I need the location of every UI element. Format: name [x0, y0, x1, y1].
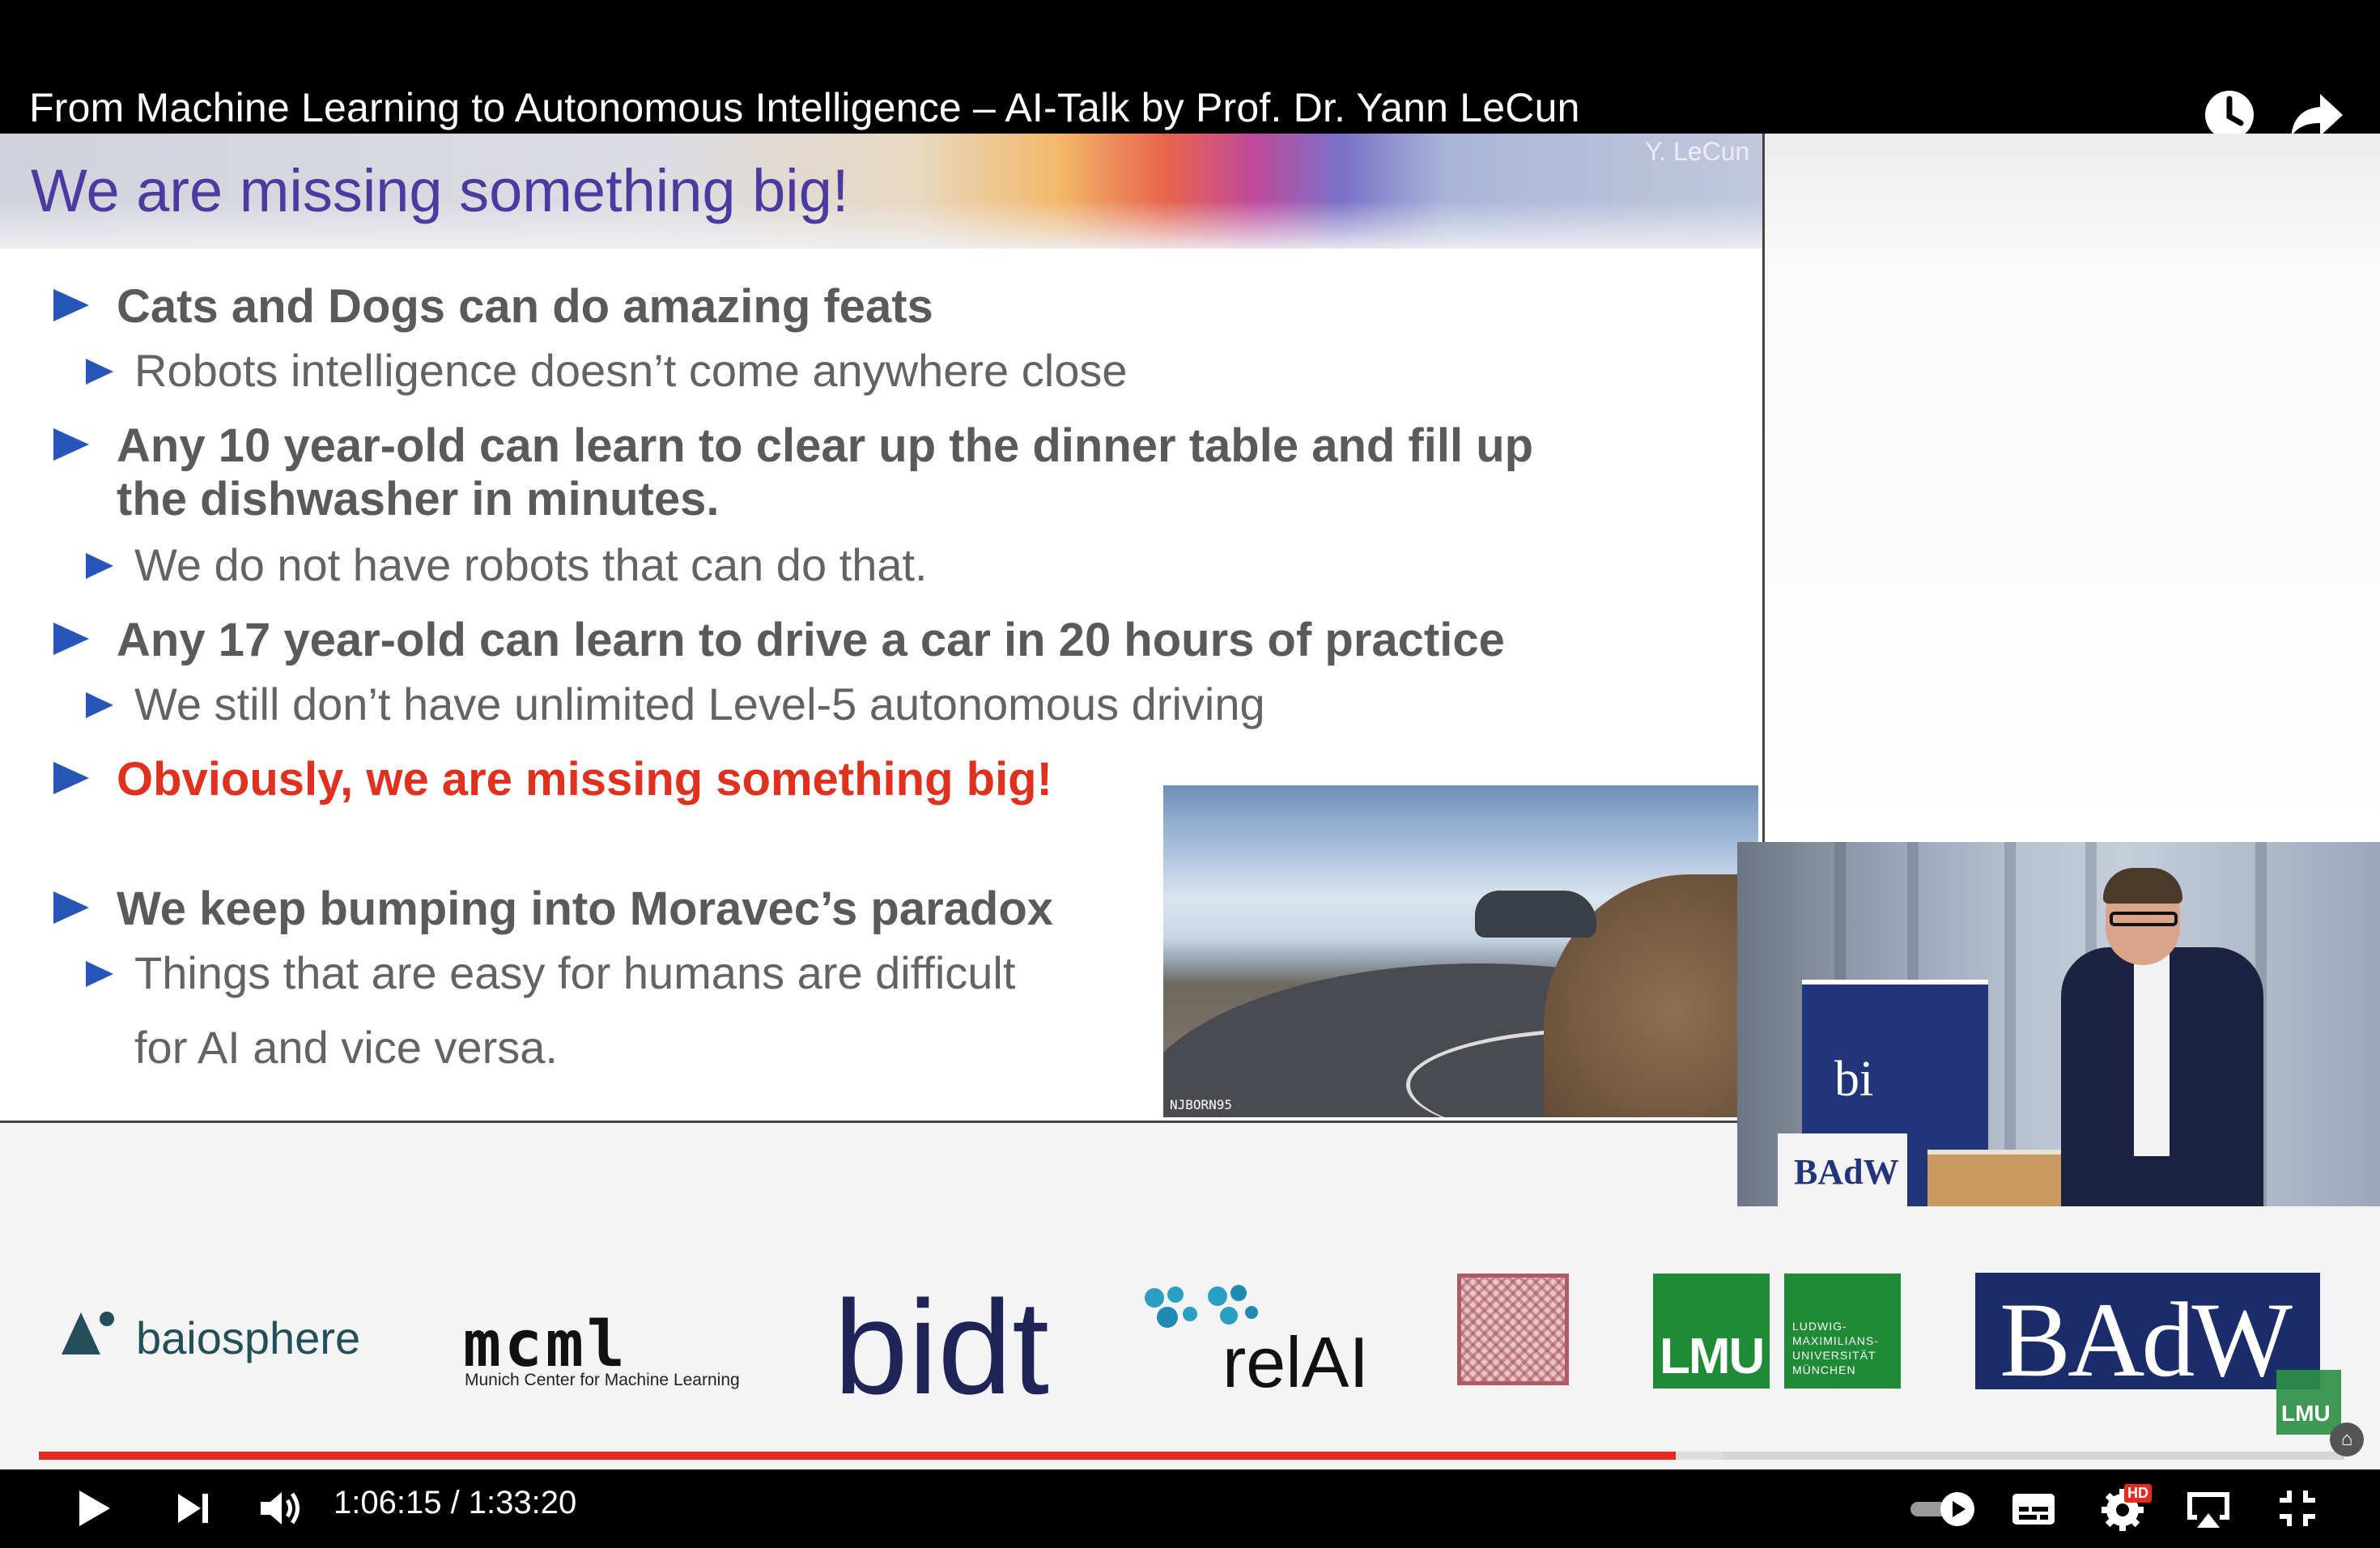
bullet-item: Any 17 year-old can learn to drive a car… — [117, 614, 1505, 666]
slide-title: We are missing something big! — [31, 157, 849, 224]
bullet-arrow-icon — [53, 428, 89, 461]
presentation-slide: We are missing something big! Y. LeCun C… — [0, 134, 1765, 1123]
lmu-name-text: LUDWIG- MAXIMILIANS- UNIVERSITÄT MÜNCHEN — [1792, 1320, 1879, 1376]
player-controls: 1:06:15 / 1:33:20 HD — [0, 1469, 2380, 1548]
speaker-camera-inset: bi BAdW — [1737, 842, 2380, 1206]
bullet-arrow-icon — [53, 762, 89, 794]
play-icon[interactable] — [73, 1487, 115, 1529]
exit-fullscreen-icon[interactable] — [2276, 1487, 2318, 1529]
relai-logo-text: relAI — [1222, 1322, 1369, 1402]
video-top-bar: From Machine Learning to Autonomous Inte… — [0, 0, 2380, 139]
podium-sign-text: BAdW — [1794, 1152, 1899, 1192]
bullet-arrow-icon — [53, 623, 89, 655]
video-frame[interactable]: We are missing something big! Y. LeCun C… — [0, 134, 2380, 1469]
bullet-item-highlight: Obviously, we are missing something big! — [117, 753, 1052, 806]
autoplay-toggle-icon[interactable] — [1907, 1491, 1977, 1528]
lmu-logo-text: LMU — [1660, 1329, 1765, 1384]
bullet-arrow-icon — [53, 891, 89, 924]
bullet-item: We keep bumping into Moravec’s paradox — [117, 882, 1054, 935]
driving-car-image: NJBORN95 — [1163, 785, 1758, 1117]
bullet-item: Cats and Dogs can do amazing feats — [117, 280, 933, 333]
bullet-subitem: Robots intelligence doesn’t come anywher… — [134, 345, 1128, 396]
volume-icon[interactable] — [257, 1487, 303, 1529]
badw-logo-text: BAdW — [2000, 1280, 2293, 1399]
hd-badge: HD — [2124, 1484, 2152, 1503]
product-tag-icon[interactable]: ⌂ — [2330, 1423, 2364, 1457]
speaker-hair — [2103, 868, 2182, 904]
bullet-item-continuation: the dishwasher in minutes. — [117, 473, 720, 525]
bullet-subitem: We do not have robots that can do that. — [134, 539, 928, 590]
slide-author: Y. LeCun — [1645, 137, 1750, 166]
bullet-arrow-icon — [86, 692, 113, 718]
image-watermark: NJBORN95 — [1170, 1097, 1233, 1112]
channel-watermark-text: LMU — [2281, 1401, 2331, 1426]
lmu-logo-name: LUDWIG- MAXIMILIANS- UNIVERSITÄT MÜNCHEN — [1784, 1274, 1901, 1389]
baiosphere-logo-text: baiosphere — [136, 1312, 361, 1363]
frame-background — [1765, 134, 2380, 842]
bidt-logo: bidt — [834, 1273, 1050, 1422]
banner-logo-text: bi — [1834, 1052, 1874, 1107]
progress-played — [39, 1452, 1677, 1460]
time-display: 1:06:15 / 1:33:20 — [334, 1485, 577, 1520]
speaker-glasses — [2110, 912, 2178, 926]
baiosphere-logo-mark — [57, 1308, 118, 1368]
academy-seal-logo — [1457, 1274, 1569, 1385]
bullet-subitem-continuation: for AI and vice versa. — [134, 1022, 558, 1073]
bullet-arrow-icon — [53, 289, 89, 321]
mcml-logo-subtitle: Munich Center for Machine Learning — [465, 1371, 740, 1389]
car-shape — [1475, 891, 1596, 938]
bullet-item: Any 10 year-old can learn to clear up th… — [117, 419, 1534, 472]
bullet-subitem: We still don’t have unlimited Level-5 au… — [134, 678, 1265, 729]
skip-next-icon[interactable] — [173, 1489, 212, 1528]
bullet-subitem: Things that are easy for humans are diff… — [134, 947, 1016, 998]
video-title[interactable]: From Machine Learning to Autonomous Inte… — [29, 84, 1580, 131]
baiosphere-mark-icon — [62, 1312, 114, 1354]
bullet-arrow-icon — [86, 961, 113, 987]
subtitles-icon[interactable] — [2011, 1491, 2056, 1528]
settings-button[interactable]: HD — [2100, 1484, 2157, 1533]
progress-bar[interactable] — [39, 1452, 2344, 1460]
speaker-shirt — [2134, 954, 2170, 1156]
bullet-arrow-icon — [86, 359, 113, 385]
airplay-icon[interactable] — [2182, 1489, 2234, 1531]
bullet-arrow-icon — [86, 553, 113, 579]
